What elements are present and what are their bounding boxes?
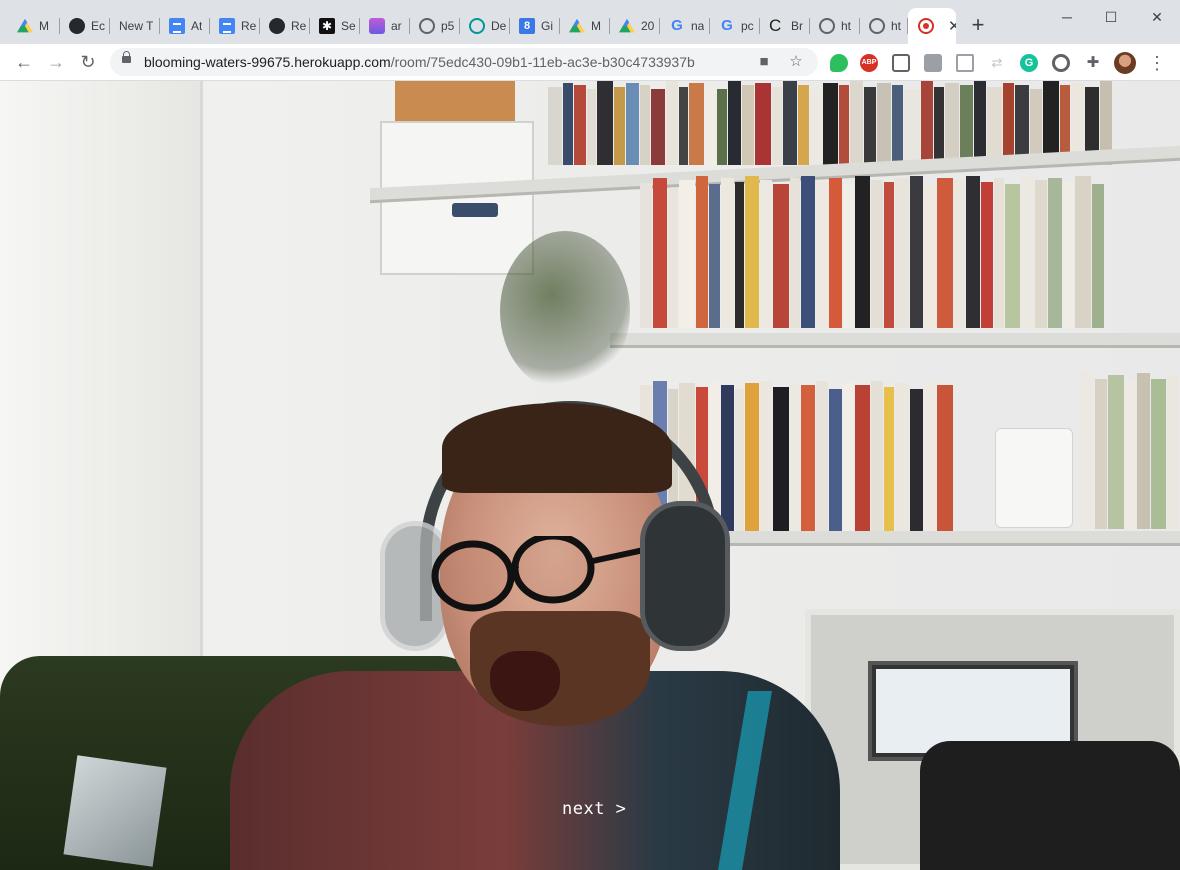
tab[interactable]: C Br <box>760 11 810 41</box>
tab-title: p5 <box>441 19 455 33</box>
tab[interactable]: At <box>160 11 210 41</box>
google-icon: G <box>671 17 683 34</box>
star-icon: ✱ <box>319 18 335 34</box>
new-tab-button[interactable]: + <box>966 13 990 37</box>
tab-title: Re <box>241 19 257 33</box>
tab[interactable]: Ec <box>60 11 110 41</box>
grammarly-extension-icon[interactable]: G <box>1020 54 1038 72</box>
arduino-icon <box>469 18 485 34</box>
globe-icon <box>869 18 885 34</box>
camera-icon[interactable]: ■ <box>754 52 774 72</box>
google-icon: G <box>721 17 733 34</box>
drive-icon <box>569 18 585 33</box>
url-host: blooming-waters-99675.herokuapp.com <box>144 54 391 70</box>
tab-title: ar <box>391 19 402 33</box>
glasses <box>431 536 654 612</box>
link-extension-icon[interactable]: ⇄ <box>988 54 1006 72</box>
c-icon: C <box>769 16 782 35</box>
tab-title: ht <box>891 19 902 33</box>
tab-title: na <box>691 19 705 33</box>
docs-icon <box>169 18 185 34</box>
tab[interactable]: M <box>8 11 60 41</box>
close-window-button[interactable]: ✕ <box>1134 4 1180 30</box>
tab-title: M <box>591 19 601 33</box>
bookshelf-row-top <box>548 81 1113 165</box>
browser-menu-icon[interactable]: ⋮ <box>1148 52 1166 74</box>
browser-toolbar: ← → ↻ blooming-waters-99675.herokuapp.co… <box>0 44 1180 81</box>
tab[interactable]: De <box>460 11 510 41</box>
address-bar[interactable]: blooming-waters-99675.herokuapp.com/room… <box>110 48 818 76</box>
tab[interactable]: Re <box>210 11 260 41</box>
url-path: /room/75edc430-09b1-11eb-ac3e-b30c473393… <box>390 54 695 70</box>
url-text[interactable]: blooming-waters-99675.herokuapp.com/room… <box>144 54 695 70</box>
tab[interactable]: ht <box>810 11 860 41</box>
video-stage: next > <box>0 81 1180 870</box>
github-icon <box>269 18 285 34</box>
office-chair <box>920 741 1180 870</box>
drive-icon <box>17 18 33 33</box>
back-button[interactable]: ← <box>12 50 36 74</box>
tab-title: Gi <box>541 19 553 33</box>
screenshot-extension-icon[interactable] <box>892 54 910 72</box>
reload-button[interactable]: ↻ <box>76 50 100 74</box>
bookshelf-row-middle <box>640 176 1105 328</box>
tab[interactable]: 20 <box>610 11 660 41</box>
person-hair <box>442 403 672 493</box>
lock-icon <box>122 51 131 63</box>
tab[interactable]: 8 Gi <box>510 11 560 41</box>
forward-button[interactable]: → <box>44 50 68 74</box>
page-extension-icon[interactable] <box>956 54 974 72</box>
bookshelf-row-right <box>1080 371 1180 529</box>
circle-extension-icon[interactable] <box>1052 54 1070 72</box>
play-extension-icon[interactable] <box>924 54 942 72</box>
shelf-middle <box>610 333 1180 348</box>
tab[interactable]: New T <box>110 11 160 41</box>
tab-title: Se <box>341 19 356 33</box>
box-handle <box>452 203 498 217</box>
minimize-button[interactable]: ─ <box>1044 4 1090 30</box>
tab[interactable]: M <box>560 11 610 41</box>
evernote-extension-icon[interactable] <box>830 54 848 72</box>
tab[interactable]: Re <box>260 11 310 41</box>
globe-icon <box>819 18 835 34</box>
door-frame <box>0 81 203 681</box>
maximize-button[interactable]: ☐ <box>1088 4 1134 30</box>
tab-title: ht <box>841 19 852 33</box>
tab[interactable]: Gna <box>660 11 710 41</box>
tab-title: 20 <box>641 19 655 33</box>
adblock-extension-icon[interactable]: ABP <box>860 54 878 72</box>
drive-icon <box>619 18 635 33</box>
tab-title: De <box>491 19 507 33</box>
tab-title: Re <box>291 19 307 33</box>
stack-icon <box>369 18 385 34</box>
speaker <box>995 428 1073 528</box>
recording-icon <box>918 18 934 34</box>
headphone-right <box>640 501 730 651</box>
tab-title: Ec <box>91 19 106 33</box>
extensions-puzzle-icon[interactable]: ✚ <box>1084 54 1102 72</box>
person-mouth <box>490 651 560 711</box>
github-icon <box>69 18 85 34</box>
tab-title: pc <box>741 19 754 33</box>
tab[interactable]: Gpc <box>710 11 760 41</box>
bookmark-star-icon[interactable]: ☆ <box>786 52 806 72</box>
plant <box>500 231 630 391</box>
next-button[interactable]: next > <box>562 799 626 819</box>
book-on-sofa <box>63 755 167 867</box>
close-tab-icon[interactable]: ✕ <box>948 17 956 35</box>
tab-strip: M Ec New T At Re Re ✱ Se ar p5 De 8 Gi M 20 Gna Gpc C Br ht… <box>0 0 1180 44</box>
docs-icon <box>219 18 235 34</box>
profile-avatar[interactable] <box>1114 52 1136 74</box>
globe-icon <box>419 18 435 34</box>
tab-active[interactable]: ✕ <box>908 8 956 44</box>
tab-title: New T <box>119 19 154 33</box>
tab-title: M <box>39 19 49 33</box>
eight-icon: 8 <box>519 18 535 34</box>
tab[interactable]: p5 <box>410 11 460 41</box>
tab[interactable]: ht <box>860 11 908 41</box>
tab-title: Br <box>791 19 803 33</box>
tab[interactable]: ✱ Se <box>310 11 360 41</box>
tab-title: At <box>191 19 203 33</box>
tab[interactable]: ar <box>360 11 410 41</box>
